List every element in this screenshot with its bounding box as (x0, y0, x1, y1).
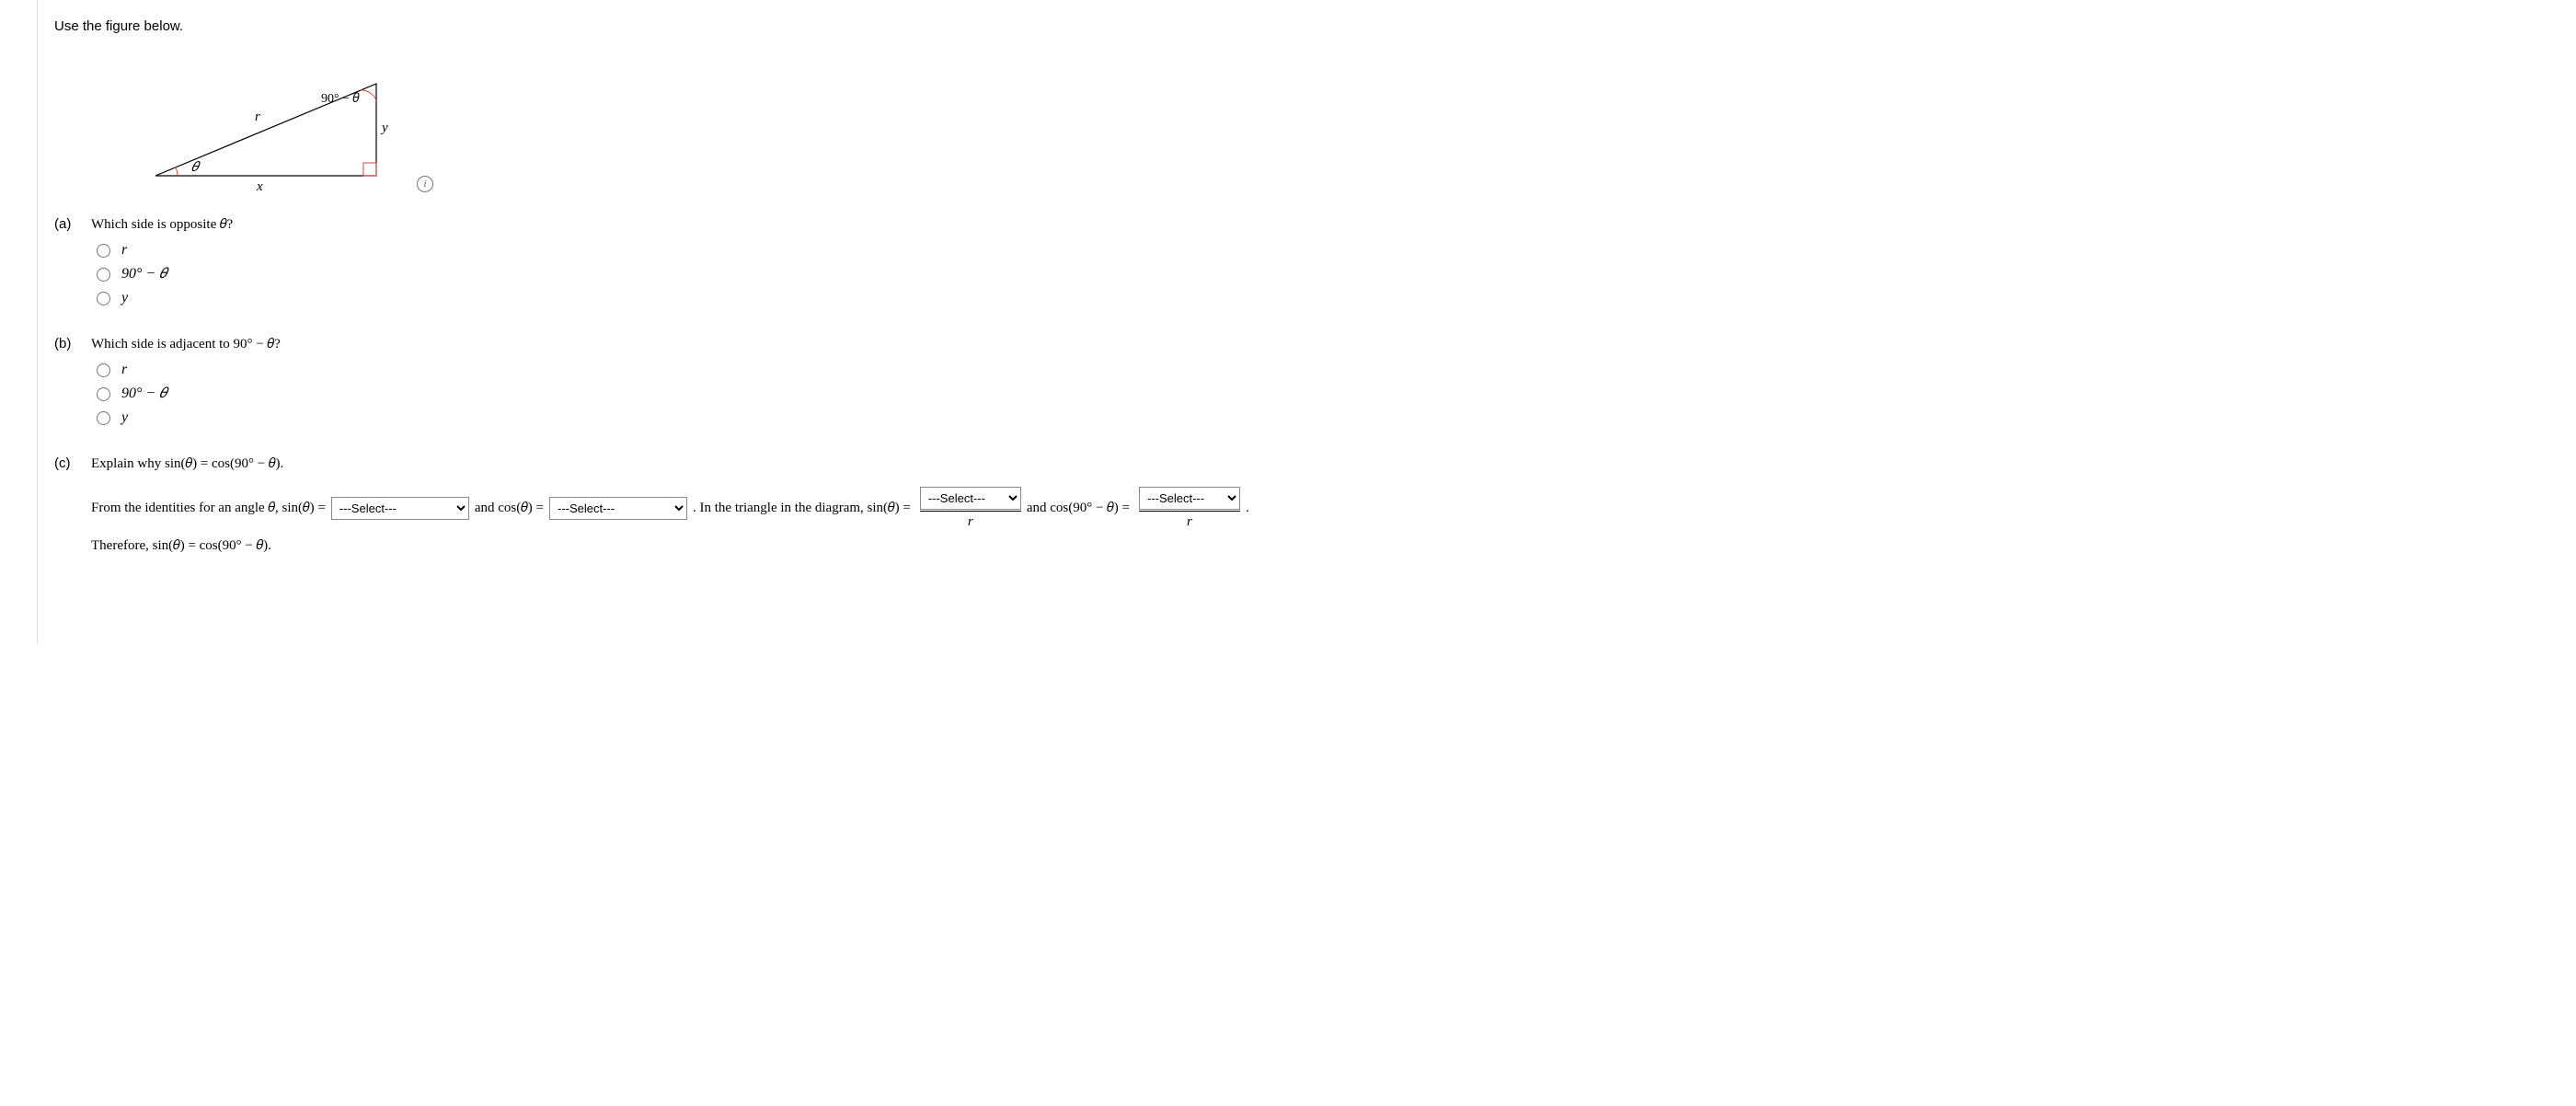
select-sin-numerator[interactable]: ---Select--- (920, 487, 1021, 510)
radio-b-90[interactable] (97, 387, 110, 401)
part-a-question: Which side is opposite 𝜃? (91, 216, 2559, 233)
part-a-option-y[interactable]: y (97, 290, 2559, 306)
select-sin-identity[interactable]: ---Select--- (331, 497, 469, 520)
opt-label: 90° − 𝜃 (121, 386, 167, 402)
part-b-question: Which side is adjacent to 90° − 𝜃? (91, 336, 2559, 352)
r-label: r (255, 109, 260, 124)
theta-label: 𝜃 (191, 160, 201, 175)
part-b-label: (b) (54, 336, 91, 433)
part-b-option-y[interactable]: y (97, 409, 2559, 426)
radio-b-y[interactable] (97, 411, 110, 425)
text-segment: . (1246, 490, 1249, 526)
text-segment: and cos(𝜃) = (475, 490, 544, 526)
select-cos-identity[interactable]: ---Select--- (549, 497, 687, 520)
radio-a-r[interactable] (97, 244, 110, 258)
part-c-label: (c) (54, 455, 91, 554)
opt-label: r (121, 362, 127, 378)
radio-a-90[interactable] (97, 268, 110, 282)
fraction-cos: ---Select--- r (1139, 487, 1240, 530)
part-c-sentence: From the identities for an angle 𝜃, sin(… (91, 487, 2559, 530)
fraction-sin: ---Select--- r (920, 487, 1021, 530)
text-segment: and cos(90° − 𝜃) = (1027, 490, 1130, 526)
opt-label: y (121, 409, 128, 426)
x-label: x (256, 179, 263, 194)
radio-b-r[interactable] (97, 363, 110, 377)
part-b-option-90-theta[interactable]: 90° − 𝜃 (97, 386, 2559, 402)
fraction-denominator: r (1139, 511, 1240, 530)
y-label: y (380, 121, 388, 135)
top-angle-label: 90° − 𝜃 (321, 92, 360, 106)
radio-a-y[interactable] (97, 292, 110, 305)
opt-label: y (121, 290, 128, 306)
triangle-figure: 𝜃 r x y 90° − 𝜃 (109, 47, 404, 194)
select-cos-numerator[interactable]: ---Select--- (1139, 487, 1240, 510)
intro-text: Use the figure below. (54, 18, 2559, 34)
part-a-option-r[interactable]: r (97, 242, 2559, 259)
part-c-conclusion: Therefore, sin(𝜃) = cos(90° − 𝜃). (91, 537, 2559, 554)
info-icon[interactable]: i (417, 176, 433, 192)
opt-label: 90° − 𝜃 (121, 266, 167, 282)
part-c-question: Explain why sin(𝜃) = cos(90° − 𝜃). (91, 455, 2559, 472)
part-a-label: (a) (54, 216, 91, 314)
opt-label: r (121, 242, 127, 259)
part-b-option-r[interactable]: r (97, 362, 2559, 378)
fraction-denominator: r (920, 511, 1021, 530)
text-segment: . In the triangle in the diagram, sin(𝜃)… (693, 490, 911, 526)
text-segment: From the identities for an angle 𝜃, sin(… (91, 490, 326, 526)
part-a-option-90-theta[interactable]: 90° − 𝜃 (97, 266, 2559, 282)
